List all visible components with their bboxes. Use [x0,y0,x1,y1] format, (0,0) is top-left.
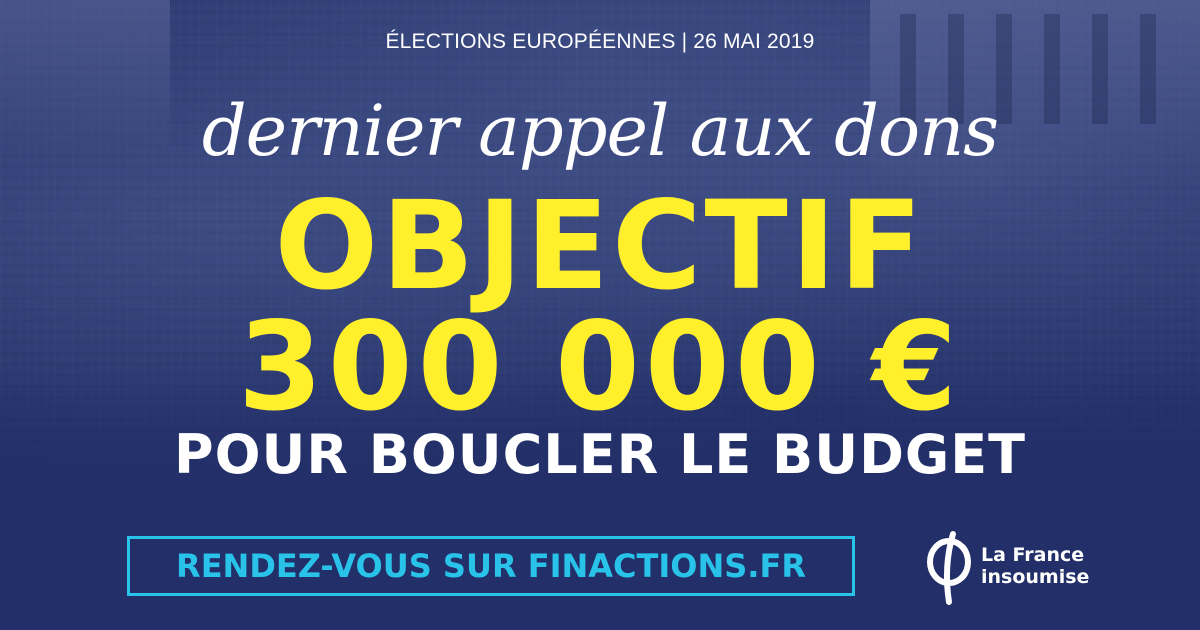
headline: dernier appel aux dons [201,90,999,172]
logo-wordmark: La France insoumise [981,544,1089,588]
finactions-link-button[interactable]: RENDEZ-VOUS SUR FINACTIONS.FR [127,536,855,596]
budget-subline: POUR BOUCLER LE BUDGET [174,423,1026,486]
lfi-logo: La France insoumise [923,526,1089,606]
cta-label: RENDEZ-VOUS SUR FINACTIONS.FR [176,547,806,585]
goal-title: OBJECTIF [274,175,926,317]
logo-line-1: La France [981,544,1085,566]
donation-banner: ÉLECTIONS EUROPÉENNES | 26 MAI 2019 dern… [0,0,1200,630]
phi-icon [927,531,971,605]
logo-line-2: insoumise [981,566,1090,588]
election-supertitle: ÉLECTIONS EUROPÉENNES | 26 MAI 2019 [385,30,815,53]
goal-amount: 300 000 € [237,296,963,438]
text-layer: ÉLECTIONS EUROPÉENNES | 26 MAI 2019 dern… [0,0,1200,630]
